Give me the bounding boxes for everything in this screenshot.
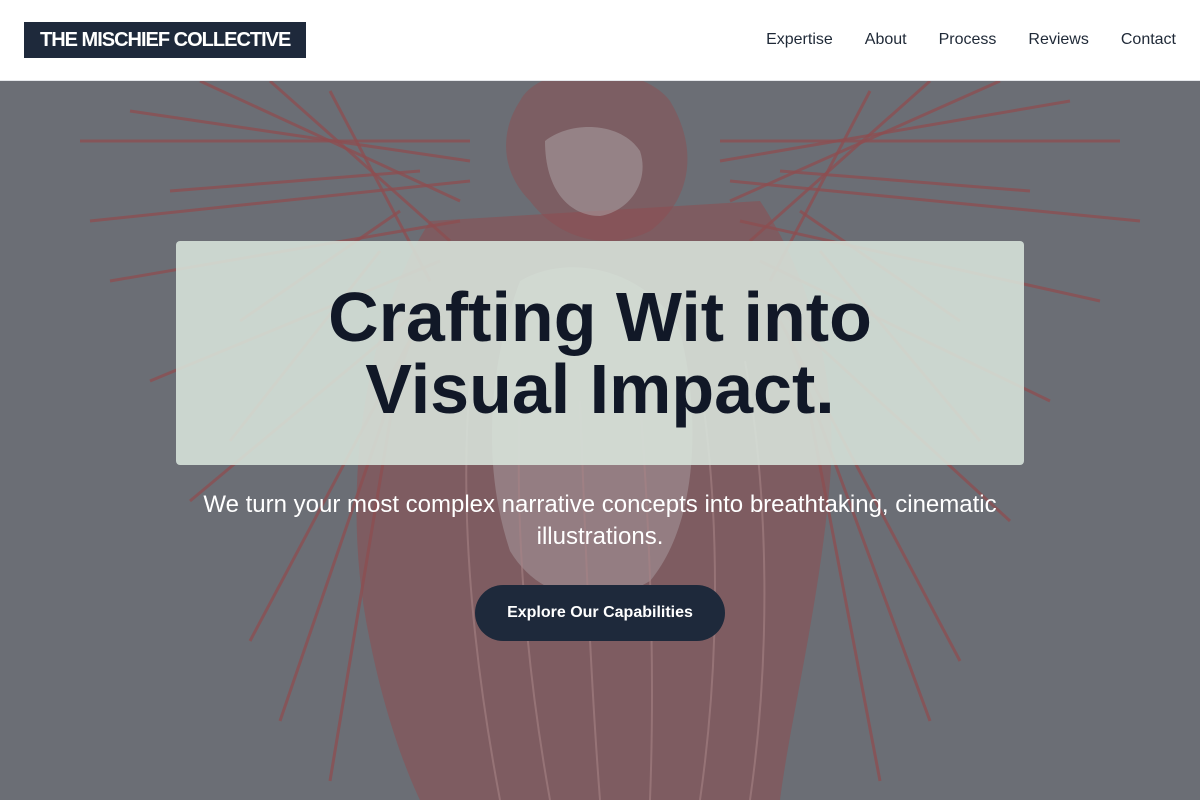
headline-panel: Crafting Wit into Visual Impact. — [176, 241, 1024, 465]
site-header: THE MISCHIEF COLLECTIVE Expertise About … — [0, 0, 1200, 81]
nav-link-expertise[interactable]: Expertise — [766, 31, 833, 49]
hero-subheadline: We turn your most complex narrative conc… — [203, 491, 997, 550]
hero-headline: Crafting Wit into Visual Impact. — [328, 278, 872, 428]
nav-link-contact[interactable]: Contact — [1121, 31, 1176, 49]
explore-capabilities-button[interactable]: Explore Our Capabilities — [475, 585, 725, 641]
nav-link-reviews[interactable]: Reviews — [1028, 31, 1088, 49]
site-logo[interactable]: THE MISCHIEF COLLECTIVE — [24, 22, 307, 58]
nav-link-process[interactable]: Process — [939, 31, 997, 49]
hero-section: Crafting Wit into Visual Impact. We turn… — [0, 81, 1200, 800]
main-nav: Expertise About Process Reviews Contact — [766, 31, 1176, 49]
nav-link-about[interactable]: About — [865, 31, 907, 49]
